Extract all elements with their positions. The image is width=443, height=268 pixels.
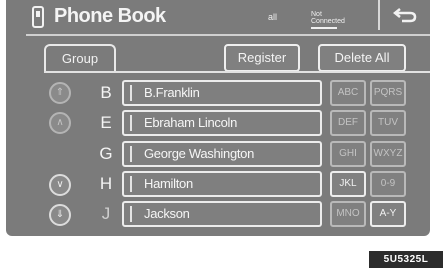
index-letter: H bbox=[99, 174, 113, 193]
contact-name: Jackson bbox=[144, 206, 190, 221]
scroll-up-button[interactable]: ∧ bbox=[49, 112, 71, 134]
register-button[interactable]: Register bbox=[224, 44, 300, 72]
title-divider bbox=[26, 34, 430, 36]
figure-caption: 5U5325L bbox=[369, 251, 443, 268]
index-letter: B bbox=[100, 83, 112, 102]
page-down-button[interactable]: ⇓ bbox=[49, 204, 71, 226]
contact-button[interactable]: Jackson bbox=[122, 201, 322, 227]
index-letter: E bbox=[100, 113, 112, 132]
back-button[interactable] bbox=[378, 0, 430, 30]
alphabet-button[interactable]: A-Y bbox=[370, 201, 406, 227]
alphabet-button[interactable]: TUV bbox=[370, 110, 406, 136]
phone-book-screen: Phone Book all Not Connected Group Regis… bbox=[6, 0, 430, 236]
alphabet-button[interactable]: WXYZ bbox=[370, 141, 406, 167]
title-bar: Phone Book all Not Connected bbox=[6, 0, 430, 36]
alphabet-button[interactable]: DEF bbox=[330, 110, 366, 136]
scroll-down-button[interactable]: ∨ bbox=[49, 174, 71, 196]
alphabet-button[interactable]: PQRS bbox=[370, 80, 406, 106]
tab-divider bbox=[44, 71, 430, 73]
phone-icon bbox=[32, 6, 44, 28]
page-title: Phone Book bbox=[54, 5, 166, 27]
contact-name: Hamilton bbox=[144, 176, 193, 191]
signal-indicator: all bbox=[268, 12, 278, 22]
page-up-button[interactable]: ⇑ bbox=[49, 82, 71, 104]
contact-button[interactable]: Hamilton bbox=[122, 171, 322, 197]
alphabet-button[interactable]: MNO bbox=[330, 201, 366, 227]
alphabet-button[interactable]: GHI bbox=[330, 141, 366, 167]
connection-status-top: Not bbox=[311, 11, 322, 18]
tab-group[interactable]: Group bbox=[44, 44, 116, 72]
alphabet-button[interactable]: JKL bbox=[330, 171, 366, 197]
connection-status-bottom: Connected bbox=[311, 18, 345, 25]
contact-name: George Washington bbox=[144, 146, 255, 161]
index-letter: J bbox=[101, 204, 111, 223]
delete-all-button[interactable]: Delete All bbox=[318, 44, 406, 72]
alphabet-button[interactable]: ABC bbox=[330, 80, 366, 106]
contact-button[interactable]: B.Franklin bbox=[122, 80, 322, 106]
return-arrow-icon bbox=[392, 8, 417, 23]
contact-button[interactable]: George Washington bbox=[122, 141, 322, 167]
contact-name: B.Franklin bbox=[144, 85, 200, 100]
alphabet-button[interactable]: 0-9 bbox=[370, 171, 406, 197]
contact-name: Ebraham Lincoln bbox=[144, 115, 238, 130]
index-letter: G bbox=[99, 144, 113, 163]
contact-button[interactable]: Ebraham Lincoln bbox=[122, 110, 322, 136]
connection-status: Not Connected bbox=[311, 11, 345, 29]
